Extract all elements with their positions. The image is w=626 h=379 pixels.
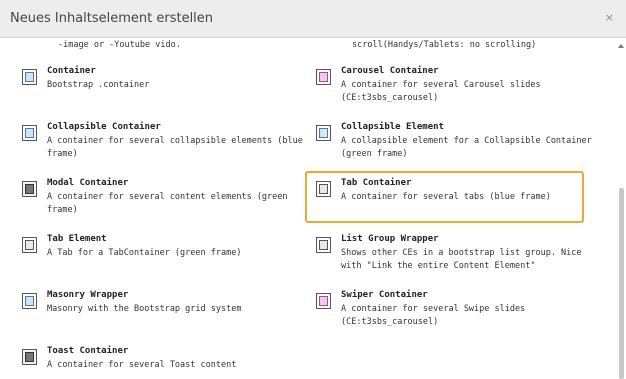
scrollbar-thumb[interactable] (619, 188, 624, 379)
element-description: A Tab for a TabContainer (green frame) (47, 248, 242, 258)
dialog-header: Neues Inhaltselement erstellen × (0, 0, 626, 38)
cutoff-text-right: scroll(Handys/Tablets: no scrolling) (352, 40, 537, 50)
element-description: A collapsible element for a Collapsible … (341, 136, 592, 159)
collapsible-container-icon (22, 125, 37, 141)
element-description: A container for several Swipe slides (CE… (341, 304, 526, 327)
element-name: Tab Element (47, 234, 107, 244)
element-name: Masonry Wrapper (47, 290, 129, 300)
collapsible-element-icon (316, 125, 331, 141)
swiper-icon (316, 293, 331, 309)
element-name: Toast Container (47, 346, 129, 356)
element-name: Collapsible Element (341, 122, 444, 132)
close-icon[interactable]: × (605, 11, 614, 24)
element-description: Bootstrap .container (47, 80, 150, 90)
cutoff-text-left: -image or -Youtube vido. (58, 40, 181, 50)
container-icon (22, 69, 37, 85)
element-name: Container (47, 66, 96, 76)
content-element-list: -image or -Youtube vido. scroll(Handys/T… (0, 38, 626, 379)
element-name: Swiper Container (341, 290, 428, 300)
carousel-icon (316, 69, 331, 85)
vertical-scrollbar[interactable] (617, 38, 626, 379)
dialog-title: Neues Inhaltselement erstellen (10, 11, 214, 26)
toast-icon (22, 349, 37, 365)
new-content-element-dialog: Neues Inhaltselement erstellen × -image … (0, 0, 626, 379)
element-name: Modal Container (47, 178, 129, 188)
scroll-up-icon[interactable] (618, 44, 624, 48)
selection-highlight (305, 171, 584, 223)
element-description: A container for several content elements… (47, 192, 288, 215)
element-name: List Group Wrapper (341, 234, 439, 244)
masonry-icon (22, 293, 37, 309)
list-group-icon (316, 237, 331, 253)
element-description: Shows other CEs in a bootstrap list grou… (341, 248, 582, 271)
element-description: Masonry with the Bootstrap grid system (47, 304, 242, 314)
element-description: A container for several collapsible elem… (47, 136, 303, 159)
tab-element-icon (22, 237, 37, 253)
modal-icon (22, 181, 37, 197)
element-name: Collapsible Container (47, 122, 161, 132)
element-name: Carousel Container (341, 66, 439, 76)
element-description: A container for several Carousel slides … (341, 80, 541, 103)
element-description: A container for several Toast content (47, 360, 237, 370)
